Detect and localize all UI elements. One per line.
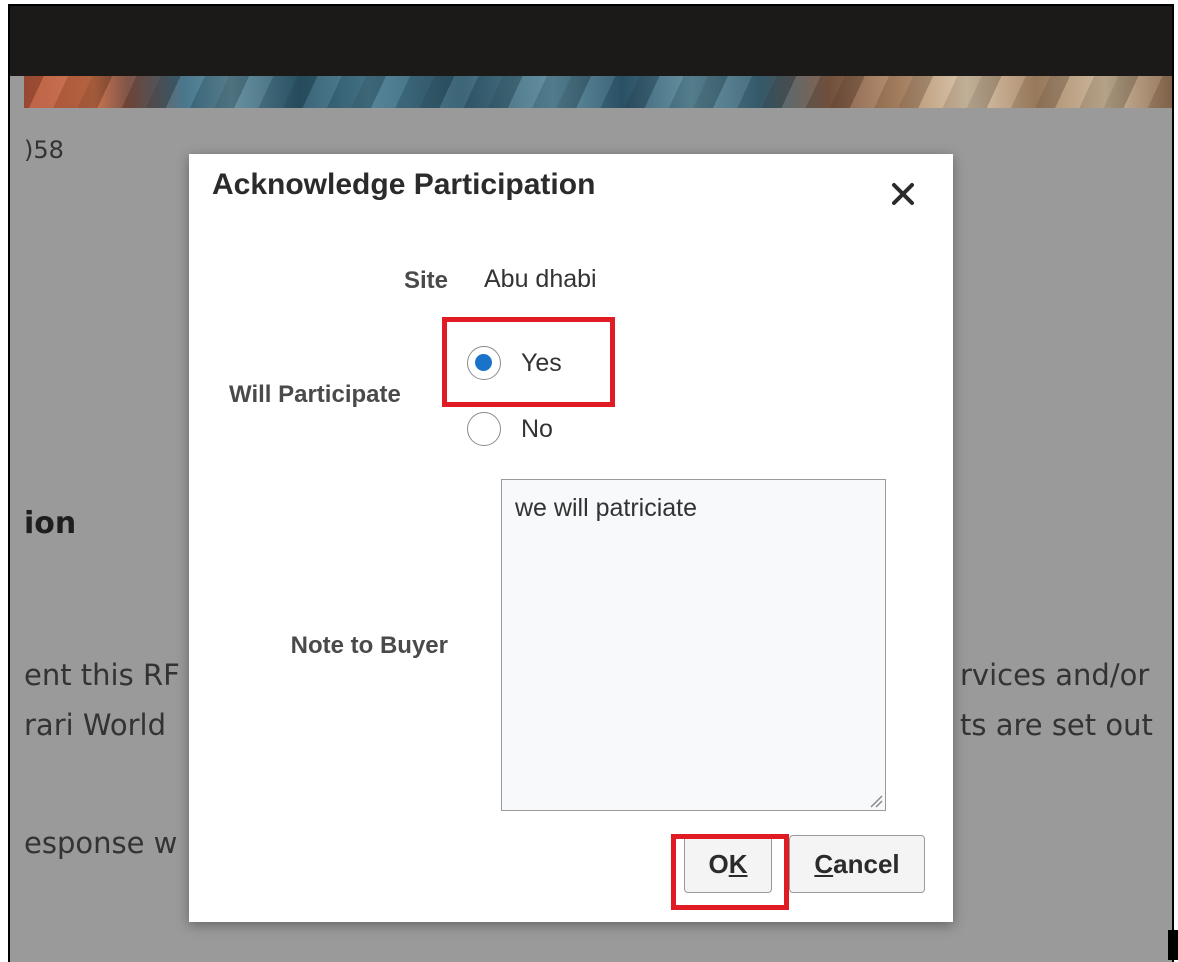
background-text-line: esponse w bbox=[24, 826, 178, 860]
background-number-fragment: )58 bbox=[24, 136, 64, 164]
will-participate-label: Will Participate bbox=[229, 381, 401, 408]
dialog-title: Acknowledge Participation bbox=[212, 168, 596, 201]
background-text-line: ent this RF bbox=[24, 658, 180, 692]
cancel-label-post: ancel bbox=[833, 848, 900, 879]
ok-highlight-box bbox=[671, 834, 789, 910]
radio-no-label: No bbox=[521, 414, 553, 443]
background-text-line: rvices and/or bbox=[960, 658, 1150, 692]
background-text-line: ts are set out bbox=[960, 708, 1153, 742]
cancel-access-key: C bbox=[814, 848, 834, 879]
site-value: Abu dhabi bbox=[484, 265, 597, 293]
corner-mark bbox=[1168, 930, 1178, 960]
acknowledge-participation-dialog: Acknowledge Participation Site Abu dhabi… bbox=[189, 154, 953, 922]
close-icon[interactable] bbox=[883, 174, 923, 214]
radio-option-no[interactable]: No bbox=[467, 412, 553, 446]
note-to-buyer-label: Note to Buyer bbox=[290, 632, 448, 659]
site-label: Site bbox=[403, 267, 448, 294]
top-header-bar bbox=[10, 6, 1172, 76]
radio-no[interactable] bbox=[467, 412, 501, 446]
note-to-buyer-textarea[interactable]: we will patriciate bbox=[501, 479, 886, 811]
resize-grip-icon[interactable] bbox=[869, 794, 883, 808]
background-section-heading: ion bbox=[24, 506, 77, 541]
background-text-line: rari World bbox=[24, 708, 166, 742]
decorative-banner-image bbox=[24, 76, 1172, 108]
yes-highlight-box bbox=[442, 317, 615, 407]
cancel-button[interactable]: Cancel bbox=[789, 835, 925, 893]
